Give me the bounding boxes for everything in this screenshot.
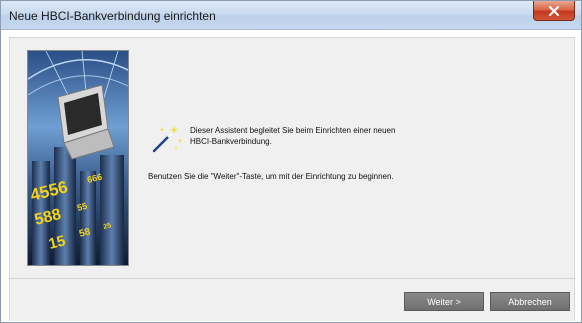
close-button[interactable] (533, 1, 575, 21)
close-icon (548, 5, 560, 16)
wizard-hint-text: Benutzen Sie die "Weiter"-Taste, um mit … (148, 172, 394, 181)
next-button[interactable]: Weiter > (404, 292, 484, 311)
intro-line-2: HBCI-Bankverbindung. (190, 137, 272, 146)
wizard-content-panel: 4556 666 588 55 15 58 25 Dieser Assisten… (9, 37, 575, 279)
wizard-intro-text: Dieser Assistent begleitet Sie beim Einr… (190, 125, 510, 147)
wizard-window: Neue HBCI-Bankverbindung einrichten 4556… (0, 0, 582, 323)
window-title: Neue HBCI-Bankverbindung einrichten (9, 9, 216, 23)
cancel-button[interactable]: Abbrechen (490, 292, 570, 311)
button-bar: Weiter > Abbrechen (9, 279, 575, 321)
wizard-side-image: 4556 666 588 55 15 58 25 (27, 50, 129, 266)
magic-wand-icon (150, 124, 184, 154)
title-bar[interactable]: Neue HBCI-Bankverbindung einrichten (1, 1, 581, 30)
intro-line-1: Dieser Assistent begleitet Sie beim Einr… (190, 126, 396, 135)
